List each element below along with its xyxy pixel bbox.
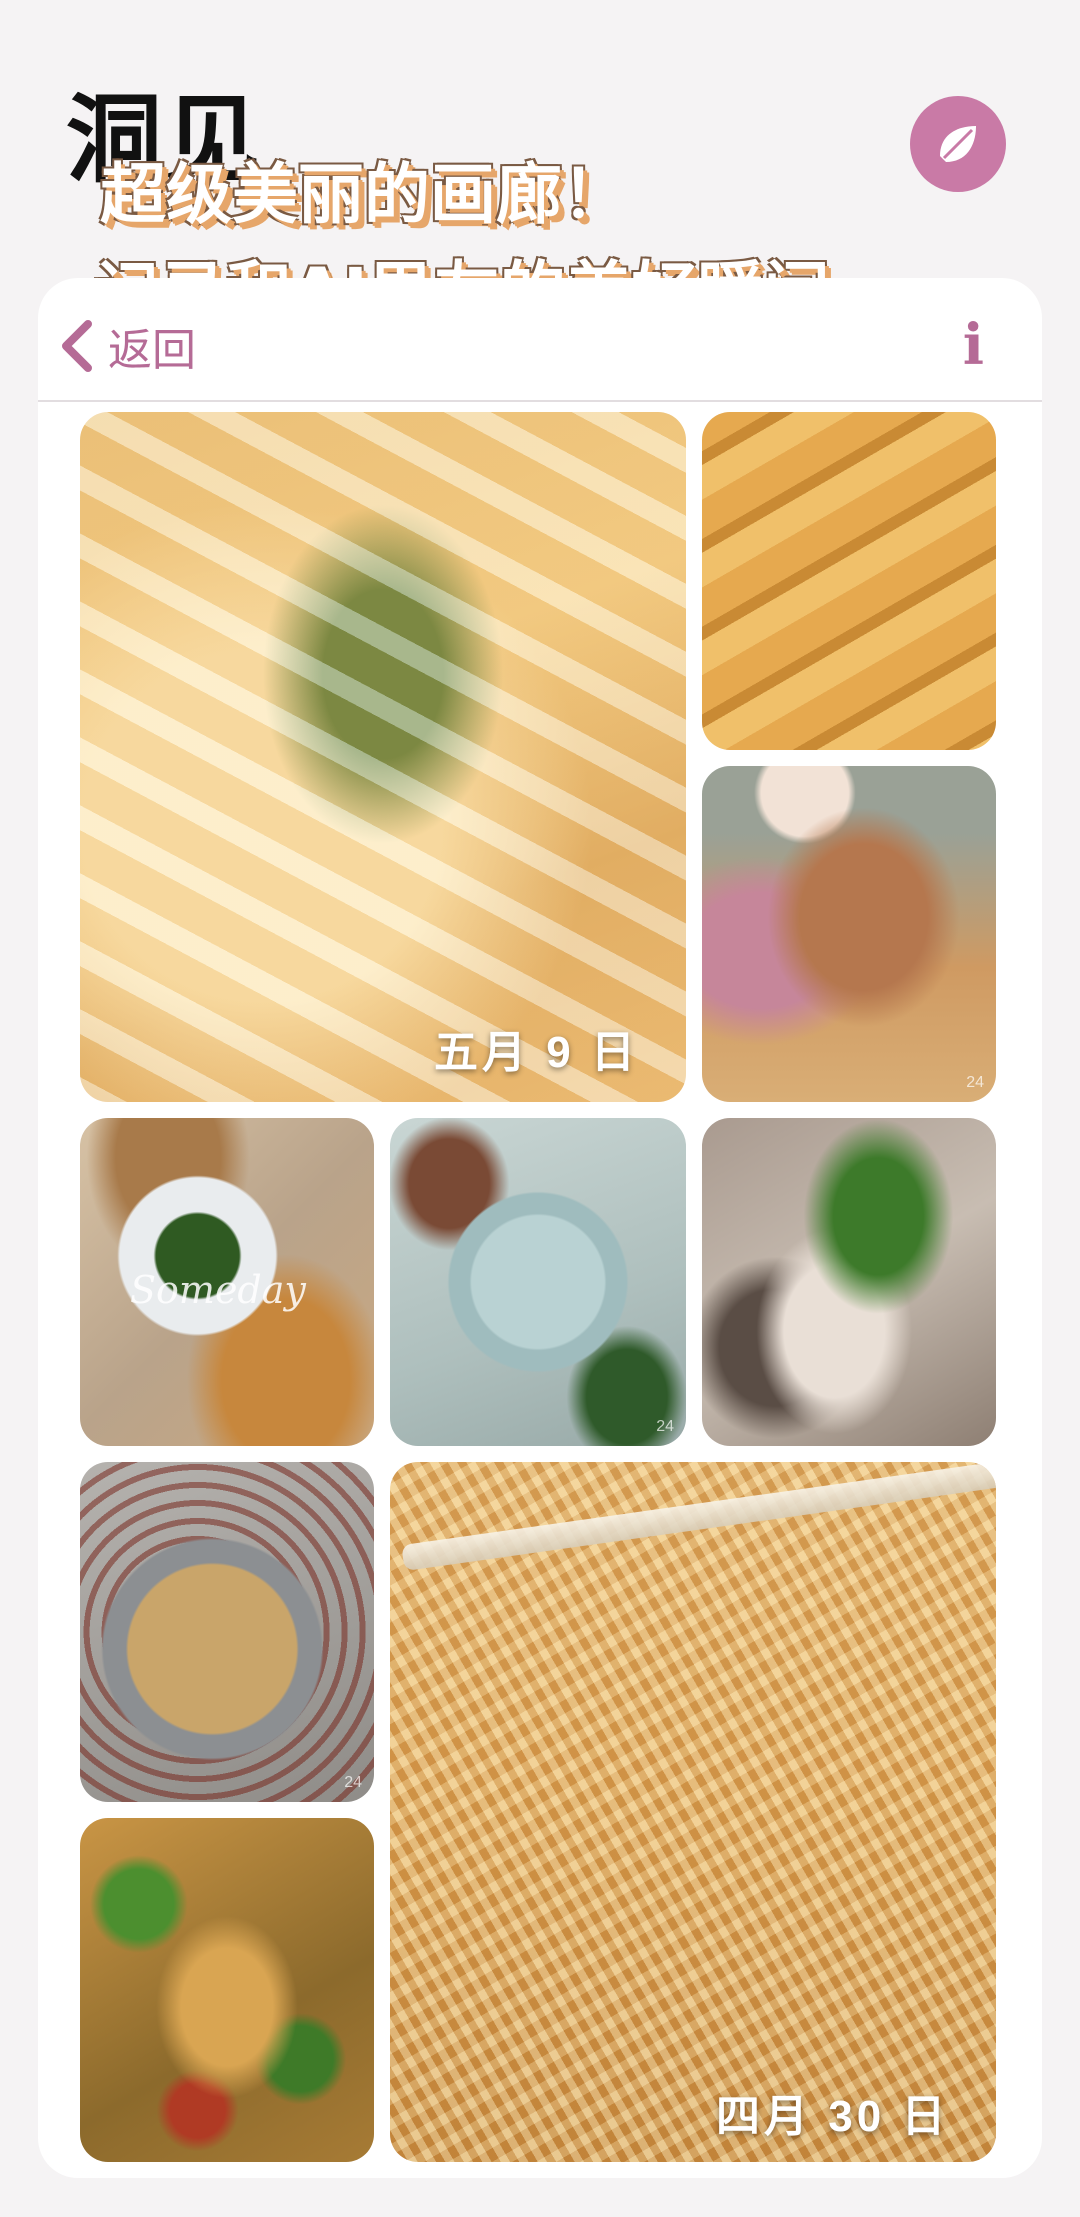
photo-fish-soup[interactable]: 24 xyxy=(80,1462,374,1802)
photo-page-number: 24 xyxy=(344,1774,362,1791)
photo-fried-skewers[interactable] xyxy=(702,412,996,750)
back-button[interactable]: 返回 xyxy=(60,316,196,376)
photo-date-label: 五月 9 日 xyxy=(434,1028,639,1077)
photo-roast-duck[interactable]: 24 xyxy=(702,766,996,1102)
photo-spicy-chicken[interactable] xyxy=(80,1818,374,2162)
photo-dishes-someday[interactable]: Someday xyxy=(80,1118,374,1446)
back-button-label: 返回 xyxy=(108,326,196,375)
photo-noodles-april-30[interactable]: 四月 30 日 xyxy=(390,1462,996,2162)
chevron-left-icon xyxy=(62,320,92,372)
photo-page-number: 24 xyxy=(656,1418,674,1435)
photo-noodles-may-9[interactable]: 五月 9 日 xyxy=(80,412,686,1102)
gallery-navbar: 返回 i xyxy=(38,290,1042,402)
photo-table-spread[interactable]: 24 xyxy=(390,1118,686,1446)
someday-watermark: Someday xyxy=(130,1268,306,1312)
chopsticks-shape xyxy=(401,1462,996,1572)
photo-steamed-fish[interactable] xyxy=(702,1118,996,1446)
photo-date-label: 四月 30 日 xyxy=(716,2092,950,2141)
photo-page-number: 24 xyxy=(966,1074,984,1091)
info-icon[interactable]: i xyxy=(963,312,984,378)
leaf-icon xyxy=(910,96,1006,192)
